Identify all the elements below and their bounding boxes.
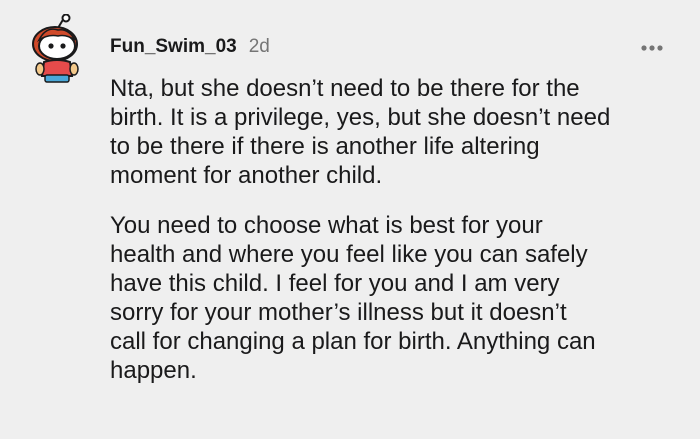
comment-paragraph-1: Nta, but she doesn’t need to be there fo… bbox=[110, 75, 611, 189]
comment: Fun_Swim_03 2d Nta, but she doesn’t need… bbox=[0, 0, 700, 439]
comment-age: 2d bbox=[248, 36, 270, 57]
comment-header: Fun_Swim_03 2d bbox=[110, 36, 270, 60]
more-options-button[interactable] bbox=[640, 41, 664, 55]
snoo-avatar-icon bbox=[32, 13, 79, 83]
comment-paragraph-2: You need to choose what is best for your… bbox=[110, 212, 596, 384]
comment-body: Nta, but she doesn’t need to be there fo… bbox=[110, 74, 670, 385]
username-link[interactable]: Fun_Swim_03 bbox=[110, 36, 237, 58]
more-options-icon bbox=[641, 45, 663, 51]
user-avatar[interactable] bbox=[28, 13, 86, 84]
